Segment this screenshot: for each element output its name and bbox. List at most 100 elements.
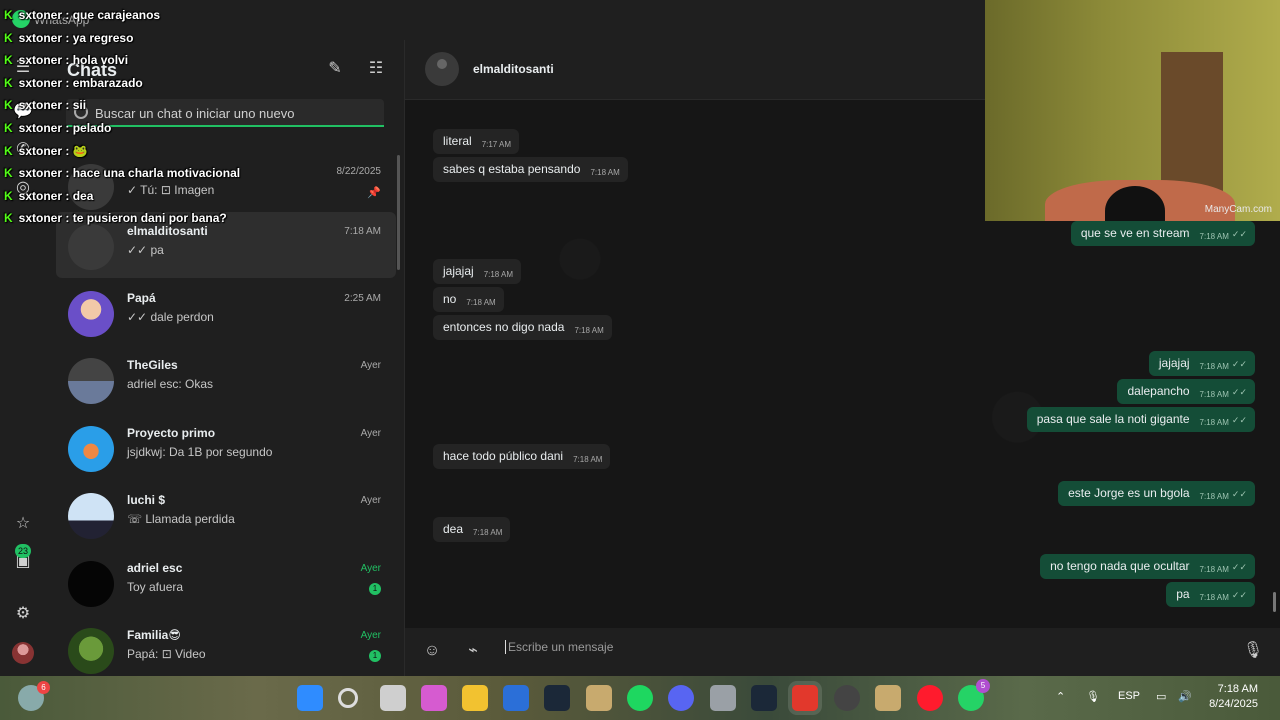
- stream-chat-user: sxtoner: [18, 121, 63, 135]
- chat-avatar: [68, 358, 114, 404]
- read-receipt-icon: ✓✓: [1231, 359, 1247, 369]
- chat-time: Ayer: [360, 428, 381, 439]
- tray-overflow-icon[interactable]: ⌃: [1056, 690, 1065, 703]
- outgoing-message[interactable]: este Jorge es un bgola 7:18 AM ✓✓: [1058, 481, 1255, 506]
- chat-list-item[interactable]: TheGiles Ayer adriel esc: Okas: [56, 346, 396, 412]
- microphone-icon[interactable]: 🎙: [1242, 640, 1264, 662]
- starred-icon[interactable]: ☆: [11, 512, 35, 536]
- chat-list-item[interactable]: Proyecto primo Ayer jsjdkwj: Da 1B por seg…: [56, 414, 396, 480]
- system-clock[interactable]: 7:18 AM 8/24/2025: [1209, 682, 1258, 712]
- weather-badge: 6: [37, 681, 50, 694]
- read-receipt-icon: ✓✓: [1231, 590, 1247, 600]
- settings-icon[interactable]: ⚙: [11, 602, 35, 626]
- incoming-message[interactable]: hace todo público dani 7:18 AM: [433, 444, 611, 469]
- incoming-message[interactable]: dea 7:18 AM: [433, 517, 511, 542]
- language-indicator[interactable]: ESP: [1118, 690, 1140, 702]
- store-icon[interactable]: [503, 685, 529, 711]
- chat-preview: Toy afuera: [127, 580, 184, 594]
- network-icon[interactable]: ▭: [1156, 690, 1166, 703]
- chat-list-item[interactable]: Familia😎 Ayer Papá: ⊡ Video 1: [56, 616, 396, 682]
- chat-name: elmalditosanti: [127, 224, 208, 238]
- stream-chat-user: sxtoner: [18, 166, 63, 181]
- chat-list-item[interactable]: 8/22/2025 ✓ Tú: ⊡ Imagen 📌: [56, 152, 396, 218]
- stream-chat-text: ya regreso: [72, 30, 134, 45]
- whatsapp-icon[interactable]: 5: [958, 679, 990, 711]
- stream-chat-line: Ksxtoner : hace una charla motivacional: [4, 166, 241, 181]
- steam-icon[interactable]: [544, 685, 570, 711]
- settings-icon[interactable]: [710, 685, 736, 711]
- clock-time: 7:18 AM: [1217, 683, 1258, 695]
- chat-list-panel: Chats ✎ ☷ Buscar un chat o iniciar uno n…: [46, 40, 405, 676]
- start-icon[interactable]: [297, 685, 323, 711]
- ea-icon[interactable]: [792, 685, 818, 711]
- task-view-icon[interactable]: [380, 685, 406, 711]
- chat-time: 2:25 AM: [344, 293, 381, 304]
- archive-icon[interactable]: ▣ 23: [11, 544, 35, 574]
- stream-chat-text: sii: [72, 98, 87, 113]
- file-explorer-icon[interactable]: [462, 685, 488, 711]
- attach-icon[interactable]: ⌁: [462, 640, 484, 662]
- contact-avatar[interactable]: [425, 52, 459, 86]
- outgoing-message[interactable]: no tengo nada que ocultar 7:18 AM ✓✓: [1040, 554, 1255, 579]
- chat-time: 8/22/2025: [336, 166, 382, 177]
- chat-list-item[interactable]: luchi $ Ayer ☏ Llamada perdida: [56, 481, 396, 547]
- weather-icon[interactable]: 6: [18, 681, 50, 711]
- desktop: WhatsApp ☰ 💬 ✆ ◎ ☆ ▣ 23 ⚙ Chats ✎ ☷ Busc…: [0, 0, 1280, 720]
- chat-preview: adriel esc: Okas: [127, 377, 214, 391]
- profile-avatar[interactable]: [12, 642, 34, 664]
- webcam-brand: ManyCam.com: [1204, 204, 1272, 215]
- spotify-icon[interactable]: [627, 685, 653, 711]
- kick-icon: K: [4, 8, 13, 22]
- volume-icon[interactable]: 🔊: [1178, 690, 1192, 703]
- chat-time: Ayer: [360, 630, 381, 641]
- outgoing-message[interactable]: jajajaj 7:18 AM ✓✓: [1148, 351, 1255, 376]
- incoming-message[interactable]: literal 7:17 AM: [433, 129, 520, 154]
- kick-icon: K: [4, 121, 13, 135]
- message-time: 7:18 AM: [1199, 362, 1229, 371]
- chat-list-item[interactable]: adriel esc Ayer Toy afuera 1: [56, 549, 396, 615]
- message-input[interactable]: Escribe un mensaje: [505, 640, 613, 654]
- incoming-message[interactable]: jajajaj 7:18 AM: [433, 259, 522, 284]
- incoming-message[interactable]: sabes q estaba pensando 7:18 AM: [433, 157, 628, 182]
- lol-launcher-icon[interactable]: [586, 685, 612, 711]
- conversation-scrollbar[interactable]: [1273, 592, 1276, 612]
- contact-name[interactable]: elmalditosanti: [473, 62, 554, 76]
- stream-chat-user: sxtoner: [18, 98, 63, 113]
- message-text: hace todo público dani: [443, 449, 564, 463]
- chat-time: Ayer: [360, 495, 381, 506]
- message-time: 7:18 AM: [1199, 390, 1229, 399]
- outgoing-message[interactable]: dalepancho 7:18 AM ✓✓: [1117, 379, 1255, 404]
- kick-icon: K: [4, 166, 13, 181]
- tray-mic-icon[interactable]: 🎙: [1086, 690, 1100, 703]
- discord-icon[interactable]: [668, 685, 694, 711]
- chat-avatar: [68, 426, 114, 472]
- kick-icon: K: [4, 98, 13, 113]
- chat-list-item[interactable]: Papá 2:25 AM ✓✓ dale perdon: [56, 279, 396, 345]
- steam-alt-icon[interactable]: [751, 685, 777, 711]
- incoming-message[interactable]: entonces no digo nada 7:18 AM: [433, 315, 612, 340]
- message-time: 7:18 AM: [574, 326, 604, 335]
- emoji-icon[interactable]: ☺: [421, 640, 443, 662]
- chat-avatar: [68, 493, 114, 539]
- opera-icon[interactable]: [917, 685, 943, 711]
- filter-icon[interactable]: ☷: [365, 58, 387, 80]
- incoming-message[interactable]: no 7:18 AM: [433, 287, 504, 312]
- outgoing-message[interactable]: pasa que sale la noti gigante 7:18 AM ✓✓: [1026, 407, 1255, 432]
- search-input[interactable]: Buscar un chat o iniciar uno nuevo: [66, 99, 384, 127]
- outgoing-message[interactable]: que se ve en stream 7:18 AM ✓✓: [1070, 221, 1255, 246]
- message-text: que se ve en stream: [1080, 226, 1190, 240]
- message-text: entonces no digo nada: [443, 320, 565, 334]
- read-receipt-icon: ✓✓: [1231, 229, 1247, 239]
- chat-avatar: [68, 561, 114, 607]
- chat-time: Ayer: [360, 563, 381, 574]
- search-icon[interactable]: [338, 688, 358, 708]
- chat-list-scrollbar[interactable]: [397, 155, 400, 270]
- league-icon[interactable]: [875, 685, 901, 711]
- new-chat-icon[interactable]: ✎: [324, 58, 346, 80]
- copilot-icon[interactable]: [421, 685, 447, 711]
- outgoing-message[interactable]: pa 7:18 AM ✓✓: [1166, 582, 1255, 607]
- obs-icon[interactable]: [834, 685, 860, 711]
- chat-time: 7:18 AM: [344, 226, 381, 237]
- message-time: 7:18 AM: [1199, 232, 1229, 241]
- message-time: 7:18 AM: [1199, 418, 1229, 427]
